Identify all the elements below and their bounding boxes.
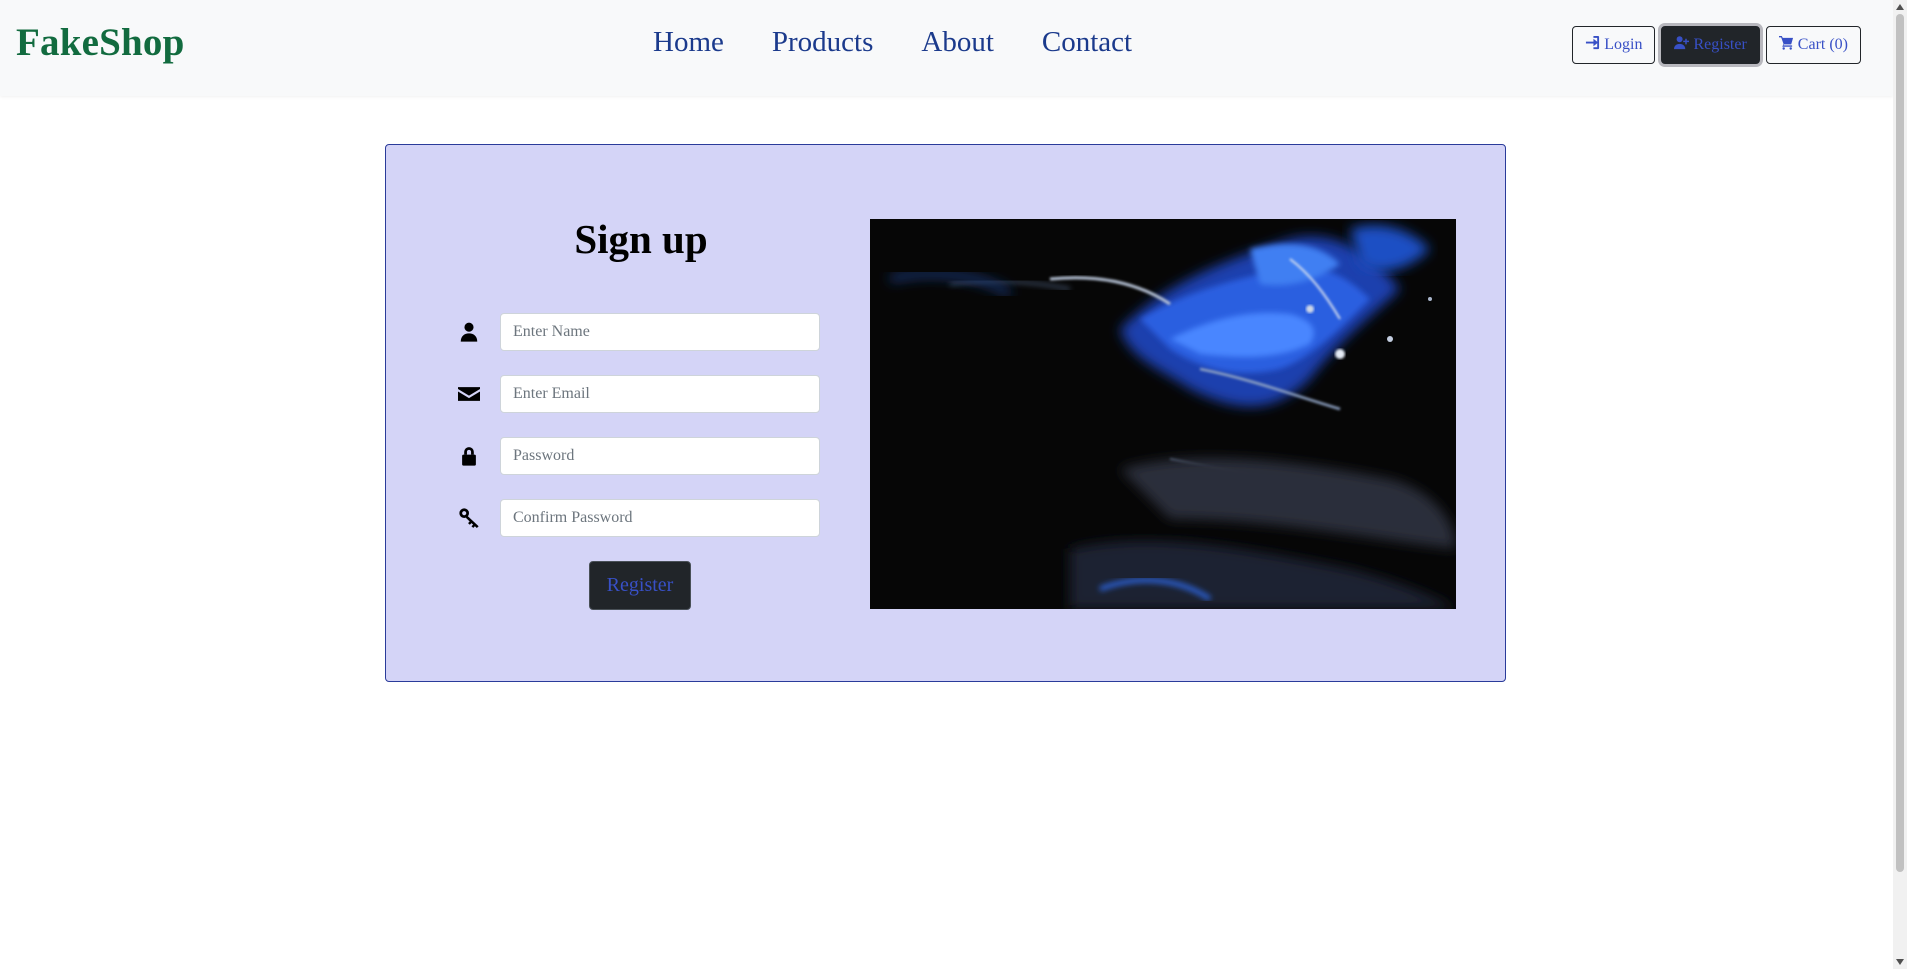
nav-link-about[interactable]: About bbox=[921, 26, 994, 59]
signup-title: Sign up bbox=[574, 216, 708, 262]
shopping-cart-icon bbox=[1778, 35, 1794, 55]
top-navbar: FakeShop Home Products About Contact Log… bbox=[0, 0, 1893, 96]
page-scrollbar[interactable] bbox=[1893, 0, 1907, 969]
lock-icon bbox=[456, 443, 482, 469]
login-label: Login bbox=[1604, 36, 1643, 53]
key-icon bbox=[456, 505, 482, 531]
nav-link-contact[interactable]: Contact bbox=[1042, 26, 1132, 59]
confirm-password-row bbox=[456, 499, 820, 537]
email-input[interactable] bbox=[500, 375, 820, 413]
user-icon bbox=[456, 319, 482, 345]
email-row bbox=[456, 375, 820, 413]
cart-button[interactable]: Cart (0) bbox=[1765, 26, 1861, 64]
name-input[interactable] bbox=[500, 313, 820, 351]
cart-label: Cart (0) bbox=[1797, 36, 1848, 53]
register-button[interactable]: Register bbox=[1661, 26, 1760, 64]
main-nav: Home Products About Contact bbox=[653, 26, 1132, 59]
login-button[interactable]: Login bbox=[1572, 26, 1656, 64]
password-row bbox=[456, 437, 820, 475]
submit-register-button[interactable]: Register bbox=[589, 561, 691, 610]
brand-logo[interactable]: FakeShop bbox=[16, 20, 185, 65]
signup-card: Sign up Register bbox=[385, 144, 1506, 682]
user-plus-icon bbox=[1674, 35, 1690, 55]
password-input[interactable] bbox=[500, 437, 820, 475]
envelope-icon bbox=[456, 381, 482, 407]
name-row bbox=[456, 313, 820, 351]
confirm-password-input[interactable] bbox=[500, 499, 820, 537]
scroll-down-arrow[interactable] bbox=[1896, 959, 1904, 965]
nav-link-products[interactable]: Products bbox=[772, 26, 874, 59]
scroll-up-arrow[interactable] bbox=[1896, 4, 1904, 10]
register-label: Register bbox=[1693, 36, 1747, 53]
scroll-thumb[interactable] bbox=[1896, 14, 1904, 872]
account-actions: Login Register Cart (0) bbox=[1572, 26, 1861, 64]
sign-in-icon bbox=[1585, 35, 1600, 55]
nav-link-home[interactable]: Home bbox=[653, 26, 724, 59]
signup-artwork bbox=[870, 219, 1456, 609]
